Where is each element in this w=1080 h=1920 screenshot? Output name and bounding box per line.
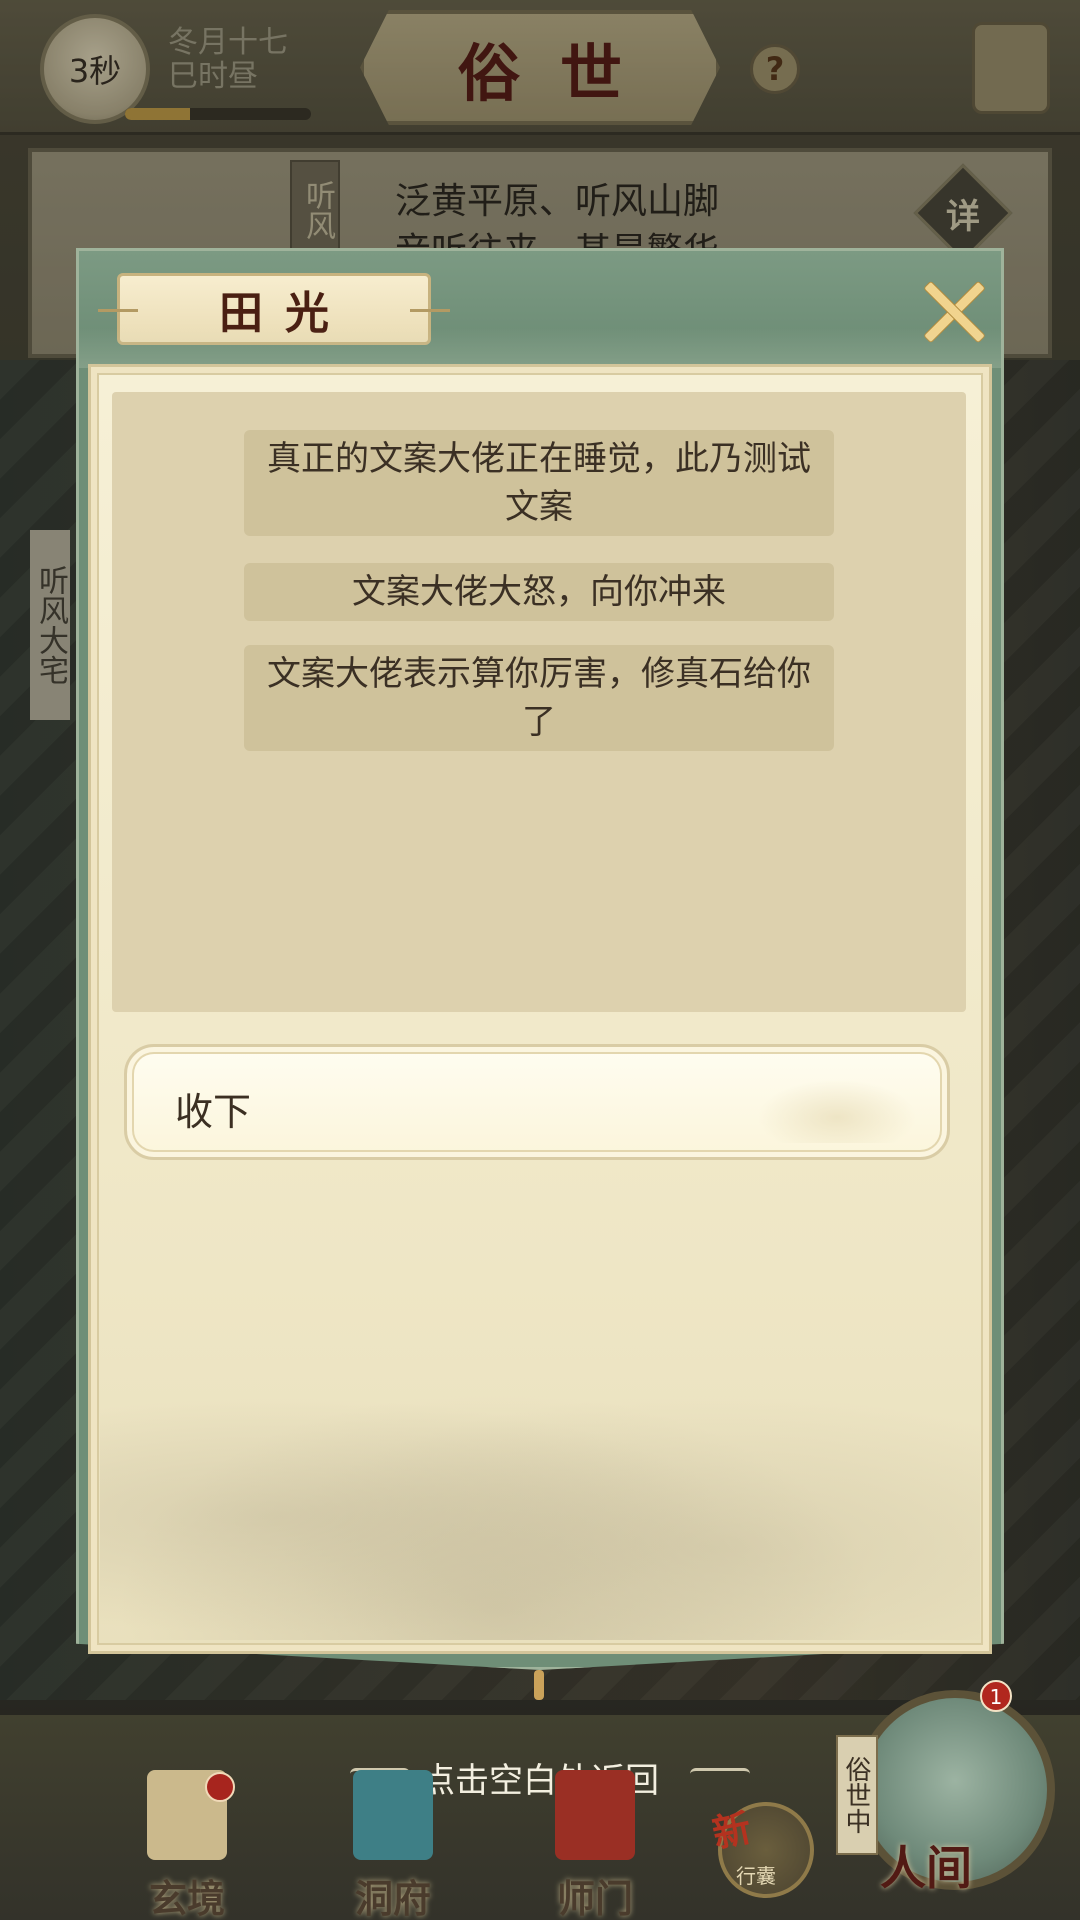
- pavilion-icon: [353, 1770, 433, 1860]
- dialog-log-line: 文案大佬表示算你厉害，修真石给你了: [244, 645, 834, 751]
- nav-item-dongfu[interactable]: 洞府: [318, 1770, 468, 1920]
- choice-label: 收下: [175, 1090, 252, 1134]
- nav-label-xuanjing: 玄境: [148, 1876, 225, 1920]
- dialog-bottom-ornament: [534, 1670, 544, 1700]
- nav-item-xuanjing[interactable]: 玄境: [112, 1770, 262, 1920]
- world-status-tag: 俗世中: [836, 1735, 878, 1855]
- mountain-mist-decoration: [100, 1330, 980, 1640]
- nav-label-dongfu: 洞府: [354, 1876, 431, 1920]
- nav-item-shimen[interactable]: 师门: [520, 1770, 670, 1920]
- bag-label: 行囊: [736, 1864, 776, 1888]
- npc-name-plaque: 田光: [98, 273, 450, 345]
- nav-label-shimen: 师门: [556, 1876, 633, 1920]
- close-icon[interactable]: [919, 277, 987, 345]
- npc-name: 田光: [219, 288, 351, 339]
- sect-icon: [555, 1770, 635, 1860]
- cloud-decoration: [757, 1079, 917, 1143]
- dialog-log-line: 真正的文案大佬正在睡觉，此乃测试文案: [244, 430, 834, 536]
- dialog-header: 田光: [76, 248, 1004, 368]
- dialog-log-line: 文案大佬大怒，向你冲来: [244, 563, 834, 621]
- world-label: 人间: [880, 1841, 972, 1895]
- notification-dot: [205, 1772, 235, 1802]
- accept-choice-button[interactable]: 收下: [124, 1044, 950, 1160]
